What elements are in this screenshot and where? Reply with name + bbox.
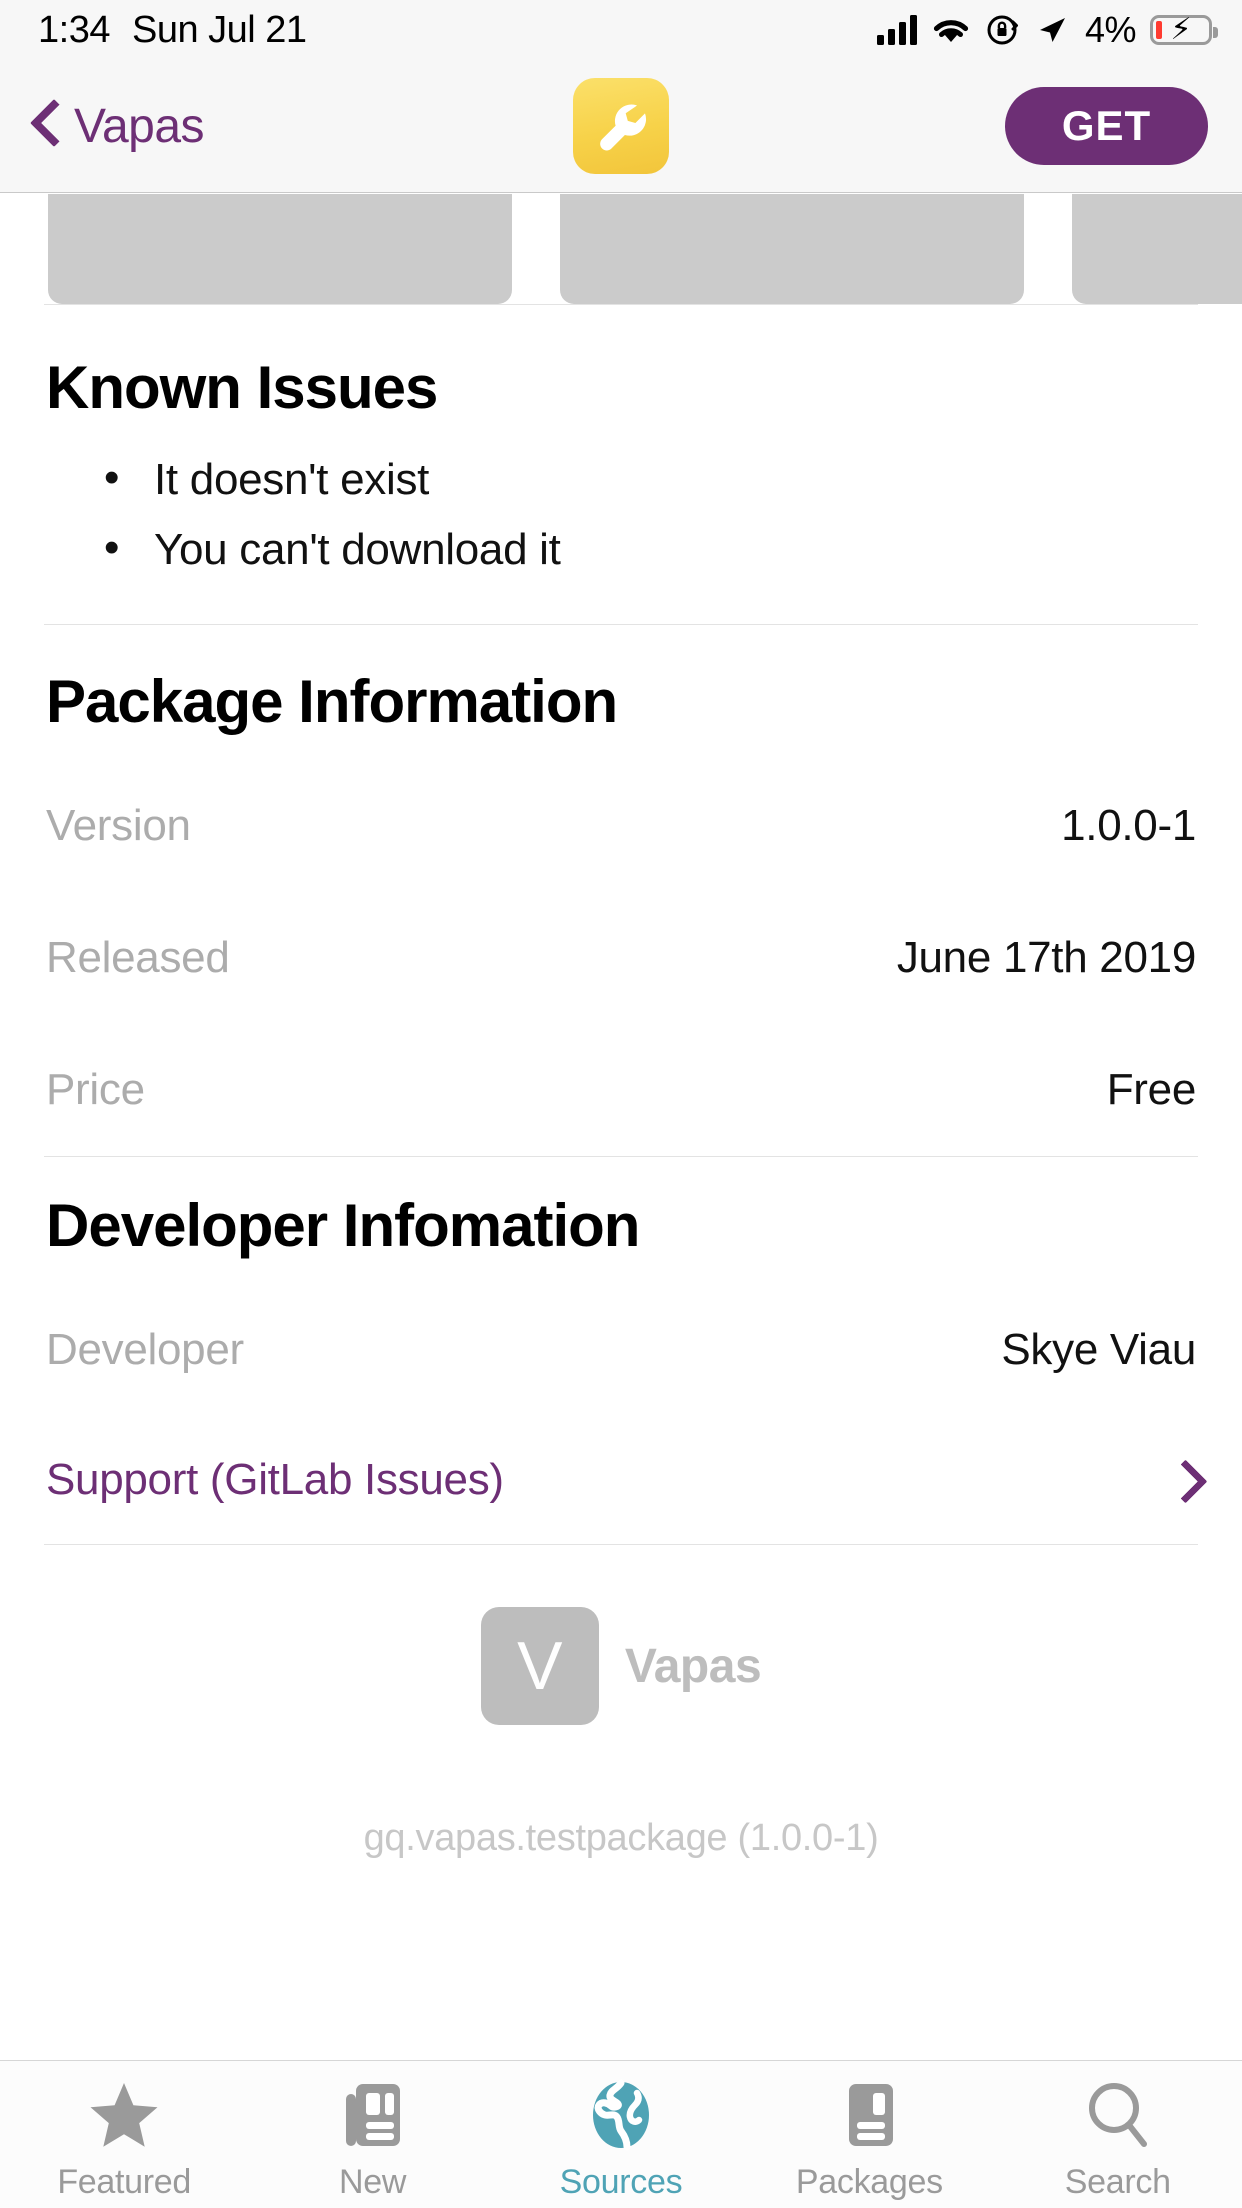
- search-icon: [1082, 2079, 1154, 2151]
- chevron-right-icon: [1170, 1458, 1196, 1502]
- support-link-row[interactable]: Support (GitLab Issues): [46, 1416, 1196, 1544]
- screenshot-carousel[interactable]: [0, 194, 1242, 304]
- info-row-label: Version: [46, 801, 191, 851]
- detail-content: Known Issues It doesn't exist You can't …: [0, 194, 1242, 2060]
- status-date: Sun Jul 21: [132, 9, 307, 52]
- screenshot-thumbnail[interactable]: [1072, 194, 1242, 304]
- wrench-icon: [592, 97, 650, 155]
- chevron-left-icon: [30, 99, 66, 153]
- screenshot-thumbnail[interactable]: [560, 194, 1024, 304]
- list-item: You can't download it: [46, 528, 1196, 572]
- tab-label: Packages: [796, 2163, 943, 2202]
- known-issues-heading: Known Issues: [46, 353, 1196, 422]
- wifi-icon: [931, 15, 971, 45]
- known-issues-section: Known Issues It doesn't exist You can't …: [0, 305, 1242, 572]
- tab-featured[interactable]: Featured: [0, 2079, 248, 2202]
- app-screen: 1:34 Sun Jul 21: [0, 0, 1242, 2208]
- app-icon: [573, 78, 669, 174]
- back-button[interactable]: Vapas: [30, 99, 204, 154]
- navigation-bar: Vapas GET: [0, 60, 1242, 193]
- tab-label: New: [339, 2163, 406, 2202]
- info-row-price: Price Free: [46, 1024, 1196, 1156]
- info-row-value: Free: [1107, 1065, 1196, 1115]
- support-link-label: Support (GitLab Issues): [46, 1455, 504, 1505]
- battery-percent: 4%: [1085, 9, 1136, 51]
- rotation-lock-icon: [985, 12, 1021, 48]
- battery-charging-icon: ⚡: [1150, 15, 1212, 45]
- section-divider: [44, 1544, 1198, 1545]
- known-issues-list: It doesn't exist You can't download it: [46, 458, 1196, 572]
- screenshot-thumbnail[interactable]: [48, 194, 512, 304]
- info-row-label: Released: [46, 933, 230, 983]
- tab-packages[interactable]: Packages: [745, 2079, 993, 2202]
- info-row-label: Developer: [46, 1325, 244, 1375]
- back-button-label: Vapas: [74, 99, 204, 154]
- status-bar: 1:34 Sun Jul 21: [0, 0, 1242, 60]
- info-row-developer: Developer Skye Viau: [46, 1284, 1196, 1416]
- status-bar-left: 1:34 Sun Jul 21: [38, 9, 307, 52]
- package-identifier: gq.vapas.testpackage (1.0.0-1): [0, 1817, 1242, 1860]
- package-information-heading: Package Information: [46, 667, 1196, 736]
- tab-label: Sources: [560, 2163, 683, 2202]
- info-row-version: Version 1.0.0-1: [46, 760, 1196, 892]
- status-time: 1:34: [38, 9, 110, 52]
- info-row-label: Price: [46, 1065, 145, 1115]
- package-information-section: Package Information Version 1.0.0-1 Rele…: [0, 625, 1242, 1156]
- source-name: Vapas: [625, 1639, 761, 1694]
- status-bar-right: 4% ⚡: [877, 9, 1212, 51]
- signal-bars-icon: [877, 15, 917, 45]
- info-row-value: Skye Viau: [1001, 1325, 1196, 1375]
- tab-search[interactable]: Search: [994, 2079, 1242, 2202]
- tab-new[interactable]: New: [249, 2079, 497, 2202]
- info-row-value: June 17th 2019: [897, 933, 1196, 983]
- source-row[interactable]: V Vapas: [0, 1607, 1242, 1725]
- news-icon: [337, 2079, 409, 2151]
- get-button[interactable]: GET: [1005, 87, 1208, 165]
- tab-sources[interactable]: Sources: [497, 2079, 745, 2202]
- star-icon: [88, 2079, 160, 2151]
- info-row-released: Released June 17th 2019: [46, 892, 1196, 1024]
- globe-icon: [585, 2079, 657, 2151]
- package-icon: [833, 2079, 905, 2151]
- location-arrow-icon: [1035, 13, 1069, 47]
- source-avatar: V: [481, 1607, 599, 1725]
- info-row-value: 1.0.0-1: [1061, 801, 1196, 851]
- tab-bar: Featured New: [0, 2060, 1242, 2208]
- developer-information-heading: Developer Infomation: [46, 1191, 1196, 1260]
- developer-information-section: Developer Infomation Developer Skye Viau…: [0, 1157, 1242, 1544]
- list-item: It doesn't exist: [46, 458, 1196, 502]
- tab-label: Featured: [57, 2163, 191, 2202]
- tab-label: Search: [1065, 2163, 1171, 2202]
